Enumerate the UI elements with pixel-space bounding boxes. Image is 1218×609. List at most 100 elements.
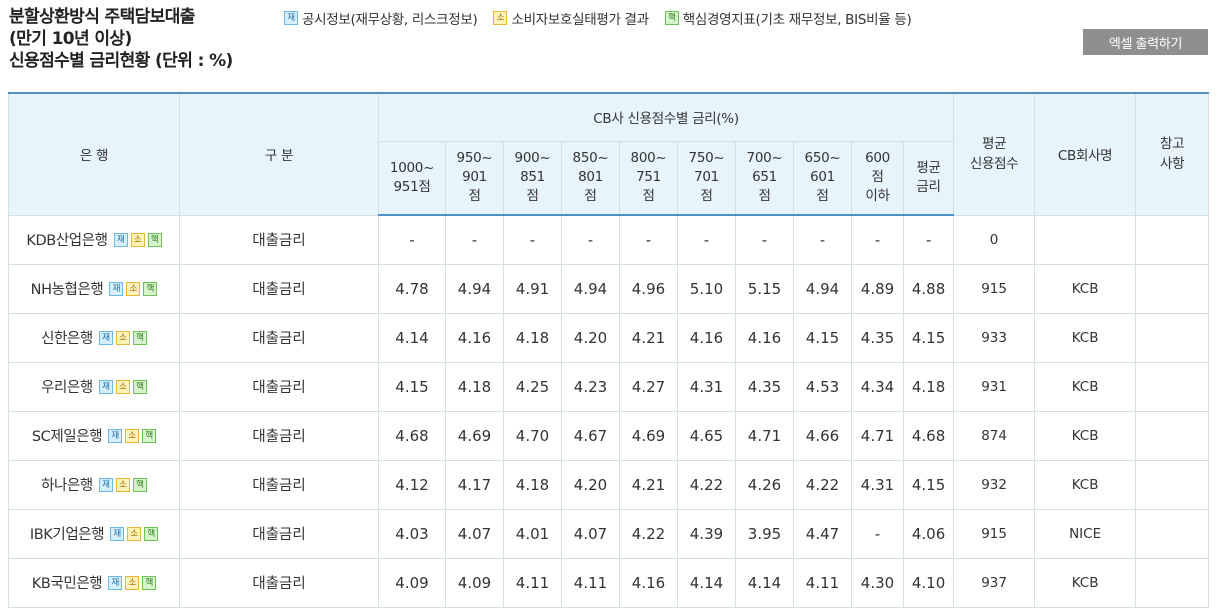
rate-cell: 4.18 xyxy=(445,361,504,412)
cb-company-cell xyxy=(1034,214,1137,265)
cb-company-cell: NICE xyxy=(1034,508,1137,559)
consumer-badge-icon[interactable]: 소 xyxy=(115,379,130,394)
disclosure-badge-icon[interactable]: 재 xyxy=(98,379,113,394)
legend-item-key-indicators[interactable]: 핵 핵심경영지표(기초 재무정보, BIS비율 등) xyxy=(664,8,912,28)
note-cell xyxy=(1135,214,1210,265)
rate-cell: 4.14 xyxy=(735,557,794,608)
bank-cell: NH농협은행 재 소 핵 xyxy=(8,263,180,314)
legend-label-consumer: 소비자보호실태평가 결과 xyxy=(511,12,649,28)
rate-cell: - xyxy=(677,214,736,265)
bank-name[interactable]: KDB산업은행 xyxy=(26,229,108,250)
disclosure-badge-icon[interactable]: 재 xyxy=(113,232,128,247)
page-title: 분할상환방식 주택담보대출 (만기 10년 이상) 신용점수별 금리현황 (단위… xyxy=(9,6,233,72)
disclosure-badge-icon[interactable]: 재 xyxy=(98,330,113,345)
bank-cell: 우리은행 재 소 핵 xyxy=(8,361,180,412)
table-row: KB국민은행 재 소 핵 대출금리 4.09 4.09 4.11 4.11 4.16 4.14 4.1… xyxy=(8,557,1210,608)
key-indicator-badge-icon[interactable]: 핵 xyxy=(132,330,147,345)
cb-company-cell: KCB xyxy=(1034,361,1137,412)
rate-cell: 4.20 xyxy=(561,312,620,363)
key-indicator-badge-icon[interactable]: 핵 xyxy=(147,232,162,247)
legend-item-disclosure[interactable]: 재 공시정보(재무상황, 리스크정보) xyxy=(284,8,478,28)
bank-cell-content: 신한은행 재 소 핵 xyxy=(41,327,147,348)
bank-cell-content: KB국민은행 재 소 핵 xyxy=(32,572,157,593)
bank-cell: SC제일은행 재 소 핵 xyxy=(8,410,180,461)
rate-cell: 4.09 xyxy=(378,557,446,608)
rate-cell: - xyxy=(793,214,852,265)
header-avg-score: 평균 신용점수 xyxy=(953,92,1036,216)
cb-company-cell: KCB xyxy=(1034,263,1137,314)
disclosure-badge-icon[interactable]: 재 xyxy=(110,526,125,541)
rate-cell: 4.20 xyxy=(561,459,620,510)
disclosure-badge-icon[interactable]: 재 xyxy=(108,575,123,590)
rate-cell: 4.88 xyxy=(902,263,955,314)
rate-cell: 4.22 xyxy=(677,459,736,510)
legend-label-key-indicators: 핵심경영지표(기초 재무정보, BIS비율 등) xyxy=(682,12,912,28)
rate-cell: 4.69 xyxy=(619,410,678,461)
bank-name[interactable]: 우리은행 xyxy=(41,376,93,397)
bank-cell-content: IBK기업은행 재 소 핵 xyxy=(30,523,159,544)
avg-score-cell: 874 xyxy=(953,410,1036,461)
consumer-badge-icon[interactable]: 소 xyxy=(127,526,142,541)
note-cell xyxy=(1135,361,1210,412)
rate-cell: 4.06 xyxy=(902,508,955,559)
rate-cell: 4.94 xyxy=(561,263,620,314)
avg-score-cell: 0 xyxy=(953,214,1036,265)
rate-cell: 4.35 xyxy=(735,361,794,412)
disclosure-badge-icon[interactable]: 재 xyxy=(98,477,113,492)
key-indicator-badge-icon[interactable]: 핵 xyxy=(144,526,159,541)
bank-name[interactable]: IBK기업은행 xyxy=(30,523,105,544)
key-indicator-badge-icon[interactable]: 핵 xyxy=(132,477,147,492)
legend: 재 공시정보(재무상황, 리스크정보) 소 소비자보호실태평가 결과 핵 핵심경… xyxy=(284,8,912,28)
rate-cell: - xyxy=(619,214,678,265)
bank-cell: 하나은행 재 소 핵 xyxy=(8,459,180,510)
table-row: KDB산업은행 재 소 핵 대출금리 - - - - - - - - - -0 xyxy=(8,214,1210,265)
category-cell: 대출금리 xyxy=(179,459,379,510)
note-cell xyxy=(1135,263,1210,314)
key-indicator-badge-icon[interactable]: 핵 xyxy=(143,281,158,296)
consumer-badge-icon[interactable]: 소 xyxy=(125,575,140,590)
rate-cell: 4.21 xyxy=(619,459,678,510)
header-cb-group: CB사 신용점수별 금리(%) xyxy=(377,92,955,142)
bank-name[interactable]: SC제일은행 xyxy=(32,425,103,446)
rate-cell: - xyxy=(851,214,904,265)
bank-name[interactable]: KB국민은행 xyxy=(32,572,103,593)
key-indicator-badge-icon[interactable]: 핵 xyxy=(142,428,157,443)
rate-cell: 4.53 xyxy=(793,361,852,412)
rate-cell: 4.09 xyxy=(445,557,504,608)
rate-cell: 4.69 xyxy=(445,410,504,461)
cb-company-cell: KCB xyxy=(1034,410,1137,461)
bank-name[interactable]: NH농협은행 xyxy=(31,278,104,299)
rate-cell: 4.94 xyxy=(445,263,504,314)
bank-name[interactable]: 신한은행 xyxy=(41,327,93,348)
bank-name[interactable]: 하나은행 xyxy=(41,474,93,495)
legend-item-consumer[interactable]: 소 소비자보호실태평가 결과 xyxy=(493,8,649,28)
consumer-badge-icon[interactable]: 소 xyxy=(130,232,145,247)
rate-cell: 4.22 xyxy=(619,508,678,559)
rate-cell: 5.15 xyxy=(735,263,794,314)
rate-cell: 4.68 xyxy=(902,410,955,461)
category-cell: 대출금리 xyxy=(179,214,379,265)
cb-company-cell: KCB xyxy=(1034,459,1137,510)
consumer-badge-icon[interactable]: 소 xyxy=(115,477,130,492)
key-indicator-badge-icon[interactable]: 핵 xyxy=(132,379,147,394)
rate-cell: 4.71 xyxy=(851,410,904,461)
header-note: 참고 사항 xyxy=(1135,92,1210,216)
rate-cell: 4.11 xyxy=(793,557,852,608)
disclosure-badge-icon[interactable]: 재 xyxy=(108,428,123,443)
consumer-badge-icon[interactable]: 소 xyxy=(115,330,130,345)
consumer-badge-icon[interactable]: 소 xyxy=(125,428,140,443)
rate-cell: 4.15 xyxy=(793,312,852,363)
disclosure-badge-icon[interactable]: 재 xyxy=(109,281,124,296)
rate-cell: - xyxy=(851,508,904,559)
rate-cell: 4.18 xyxy=(503,459,562,510)
consumer-badge-icon[interactable]: 소 xyxy=(126,281,141,296)
category-cell: 대출금리 xyxy=(179,312,379,363)
table-row: NH농협은행 재 소 핵 대출금리 4.78 4.94 4.91 4.94 4.96 5.10 5.1… xyxy=(8,263,1210,314)
bank-cell-content: KDB산업은행 재 소 핵 xyxy=(26,229,162,250)
key-indicator-badge-icon[interactable]: 핵 xyxy=(142,575,157,590)
rate-cell: 4.94 xyxy=(793,263,852,314)
rate-cell: 4.11 xyxy=(503,557,562,608)
rate-cell: 4.22 xyxy=(793,459,852,510)
category-cell: 대출금리 xyxy=(179,263,379,314)
excel-export-button[interactable]: 엑셀 출력하기 xyxy=(1083,29,1208,55)
